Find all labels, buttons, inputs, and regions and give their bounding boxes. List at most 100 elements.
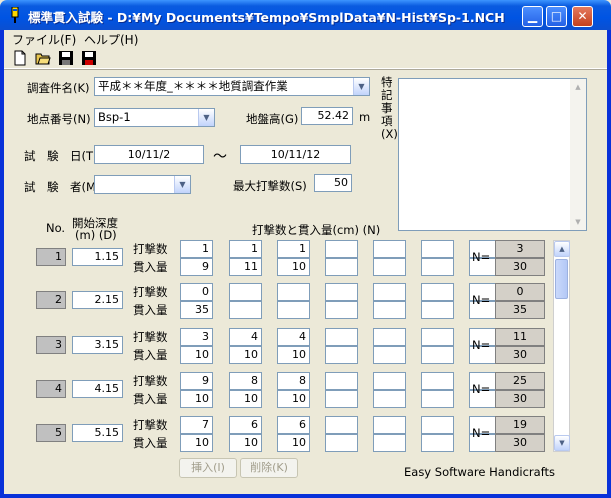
- penetration-input[interactable]: [325, 301, 358, 319]
- max-blows-input[interactable]: 50: [314, 174, 352, 192]
- blows-input[interactable]: [373, 240, 406, 258]
- minimize-button[interactable]: ▁: [522, 6, 543, 27]
- blows-input[interactable]: [421, 328, 454, 346]
- scroll-down-icon[interactable]: ▼: [571, 215, 585, 229]
- penetration-input[interactable]: [421, 258, 454, 276]
- blows-input[interactable]: [325, 328, 358, 346]
- total-penetration-cell: 30: [495, 434, 545, 452]
- insert-button[interactable]: 挿入(I): [179, 458, 237, 478]
- blows-input[interactable]: [373, 372, 406, 390]
- blows-input[interactable]: [325, 416, 358, 434]
- blows-input[interactable]: [421, 240, 454, 258]
- penetration-input[interactable]: 10: [180, 390, 213, 408]
- blows-input[interactable]: 7: [180, 416, 213, 434]
- scroll-down-icon[interactable]: ▼: [554, 435, 570, 451]
- penetration-input[interactable]: 10: [229, 434, 262, 452]
- memo-textarea[interactable]: ▲ ▼: [398, 78, 587, 231]
- scroll-up-icon[interactable]: ▲: [554, 241, 570, 257]
- save-as-icon[interactable]: [81, 50, 97, 66]
- penetration-input[interactable]: [373, 346, 406, 364]
- delete-button[interactable]: 削除(K): [240, 458, 298, 478]
- penetration-input[interactable]: [421, 434, 454, 452]
- menu-help[interactable]: ヘルプ(H): [84, 31, 138, 48]
- scroll-up-icon[interactable]: ▲: [571, 80, 585, 94]
- penetration-input[interactable]: 10: [277, 390, 310, 408]
- depth-input[interactable]: 2.15: [72, 291, 123, 309]
- penetration-input[interactable]: [325, 434, 358, 452]
- penetration-input[interactable]: [325, 346, 358, 364]
- blows-input[interactable]: 6: [229, 416, 262, 434]
- penetration-input[interactable]: [373, 390, 406, 408]
- blows-input[interactable]: [325, 240, 358, 258]
- chevron-down-icon[interactable]: ▼: [198, 109, 214, 126]
- app-icon: [11, 7, 19, 23]
- depth-input[interactable]: 4.15: [72, 380, 123, 398]
- memo-scrollbar[interactable]: ▲ ▼: [570, 79, 586, 230]
- penetration-input[interactable]: 10: [277, 258, 310, 276]
- point-no-combo[interactable]: Bsp-1 ▼: [94, 108, 215, 127]
- maximize-button[interactable]: □: [546, 6, 567, 27]
- blows-input[interactable]: 3: [180, 328, 213, 346]
- blows-input[interactable]: 4: [229, 328, 262, 346]
- ground-height-input[interactable]: 52.42: [301, 107, 353, 125]
- penetration-input[interactable]: 9: [180, 258, 213, 276]
- test-date-from-input[interactable]: 10/11/2: [94, 145, 204, 164]
- open-folder-icon[interactable]: [35, 50, 51, 66]
- penetration-input[interactable]: 10: [277, 434, 310, 452]
- depth-input[interactable]: 5.15: [72, 424, 123, 442]
- penetration-input[interactable]: [421, 301, 454, 319]
- blows-input[interactable]: 1: [180, 240, 213, 258]
- penetration-input[interactable]: 35: [180, 301, 213, 319]
- test-date-to-input[interactable]: 10/11/12: [240, 145, 351, 164]
- blows-input[interactable]: [373, 283, 406, 301]
- blows-input[interactable]: 8: [229, 372, 262, 390]
- penetration-input[interactable]: 10: [180, 434, 213, 452]
- penetration-input[interactable]: 10: [229, 390, 262, 408]
- blows-input[interactable]: 1: [277, 240, 310, 258]
- blows-input[interactable]: [421, 283, 454, 301]
- penetration-input[interactable]: [421, 390, 454, 408]
- penetration-input[interactable]: 10: [277, 346, 310, 364]
- blows-input[interactable]: [421, 416, 454, 434]
- penetration-input[interactable]: [325, 258, 358, 276]
- penetration-input[interactable]: [421, 346, 454, 364]
- blows-input[interactable]: 1: [229, 240, 262, 258]
- blows-input[interactable]: 8: [277, 372, 310, 390]
- penetration-input[interactable]: [373, 434, 406, 452]
- penetration-input[interactable]: [373, 301, 406, 319]
- blows-input[interactable]: 6: [277, 416, 310, 434]
- blows-input[interactable]: [373, 416, 406, 434]
- blows-input[interactable]: [373, 328, 406, 346]
- title-bar[interactable]: 標準貫入試験 - D:¥My Documents¥Tempo¥SmplData¥…: [0, 0, 611, 30]
- blows-input[interactable]: [325, 283, 358, 301]
- point-no-value: Bsp-1: [98, 110, 131, 124]
- grid-scrollbar[interactable]: ▲ ▼: [553, 240, 570, 452]
- blows-input[interactable]: 4: [277, 328, 310, 346]
- penetration-input[interactable]: 11: [229, 258, 262, 276]
- chevron-down-icon[interactable]: ▼: [353, 78, 369, 95]
- penetration-input[interactable]: [277, 301, 310, 319]
- menu-file[interactable]: ファイル(F): [12, 31, 76, 48]
- tester-combo[interactable]: ▼: [94, 175, 191, 194]
- depth-input[interactable]: 1.15: [72, 248, 123, 266]
- blows-input[interactable]: [325, 372, 358, 390]
- blows-header: 打撃数と貫入量(cm) (N): [252, 223, 381, 237]
- new-file-icon[interactable]: [12, 50, 28, 66]
- chevron-down-icon[interactable]: ▼: [174, 176, 190, 193]
- blows-input[interactable]: [277, 283, 310, 301]
- blows-input[interactable]: [229, 283, 262, 301]
- penetration-input[interactable]: [229, 301, 262, 319]
- close-button[interactable]: ✕: [572, 6, 593, 27]
- depth-input[interactable]: 3.15: [72, 336, 123, 354]
- penetration-input[interactable]: [373, 258, 406, 276]
- blows-input[interactable]: 0: [180, 283, 213, 301]
- scroll-thumb[interactable]: [555, 259, 568, 299]
- penetration-input[interactable]: [325, 390, 358, 408]
- blows-input[interactable]: [421, 372, 454, 390]
- save-icon[interactable]: [58, 50, 74, 66]
- penetration-input[interactable]: 10: [229, 346, 262, 364]
- survey-name-combo[interactable]: 平成＊＊年度_＊＊＊＊地質調査作業 ▼: [94, 77, 370, 96]
- blows-input[interactable]: 9: [180, 372, 213, 390]
- penetration-input[interactable]: 10: [180, 346, 213, 364]
- toolbar: [4, 47, 607, 69]
